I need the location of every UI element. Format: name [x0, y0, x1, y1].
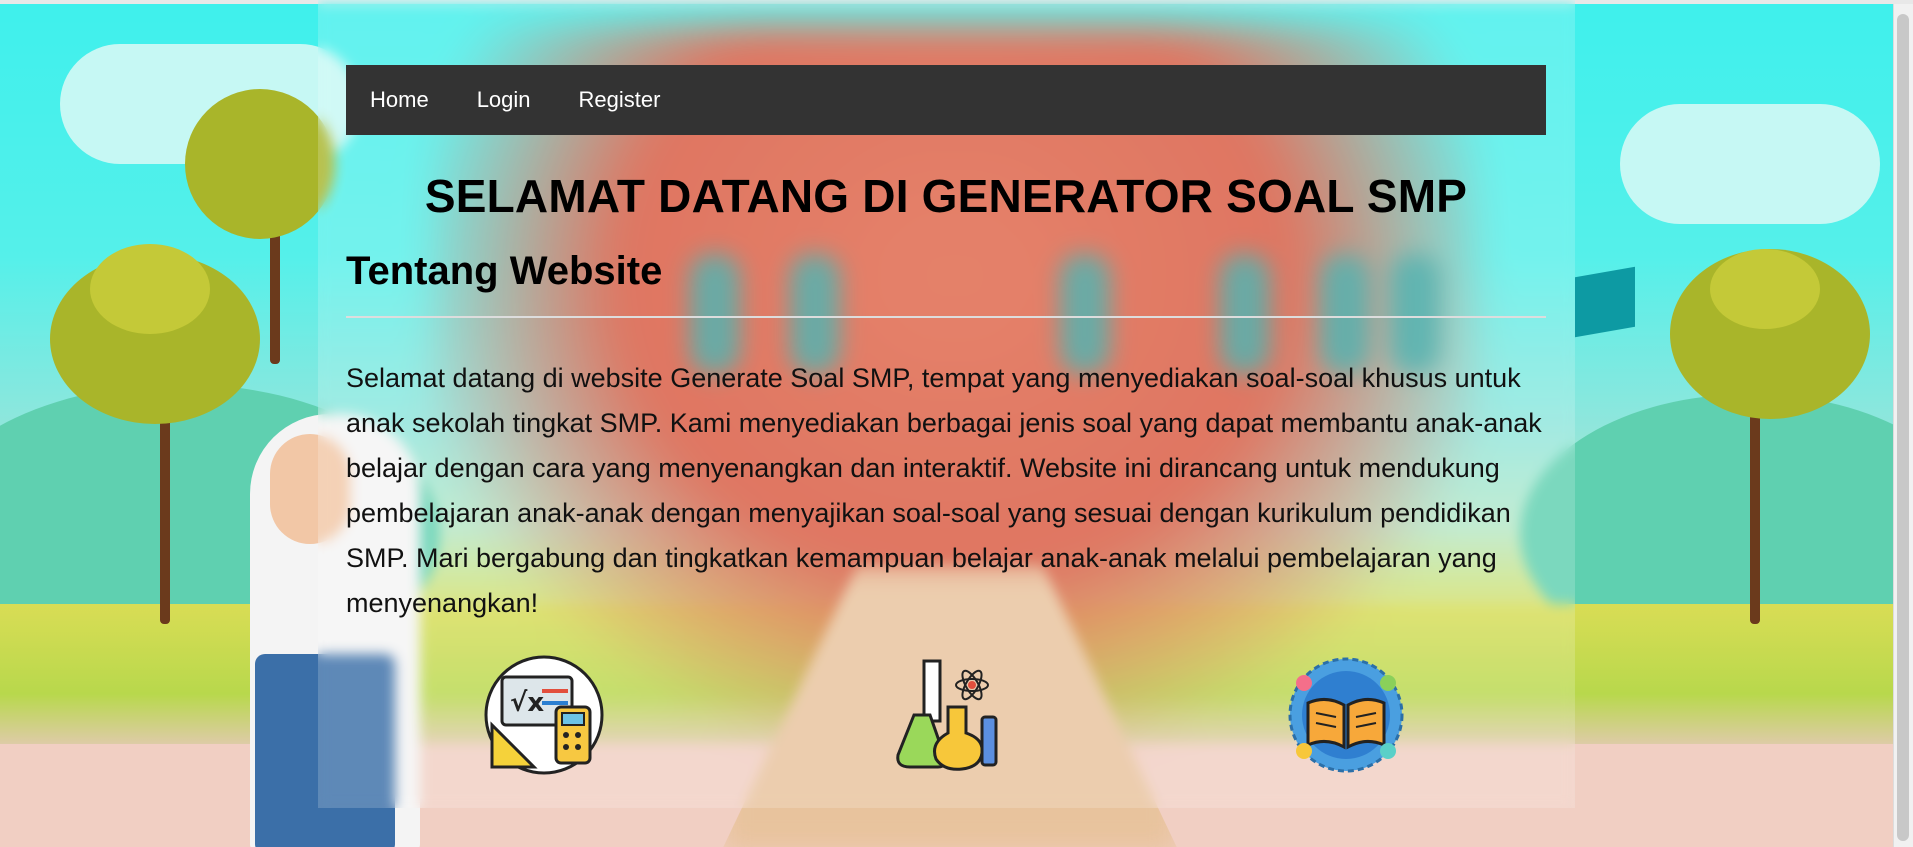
tree-crown: [90, 244, 210, 334]
navbar: Home Login Register: [346, 65, 1546, 135]
divider: [346, 316, 1546, 318]
svg-text:√x: √x: [510, 688, 544, 718]
tree-crown: [185, 89, 335, 239]
nav-home-link[interactable]: Home: [370, 87, 429, 113]
about-description: Selamat datang di website Generate Soal …: [346, 363, 1542, 618]
cloud: [1620, 104, 1880, 224]
subject-icons: √x: [346, 655, 1546, 780]
math-icon[interactable]: √x: [484, 655, 604, 775]
nav-register-link[interactable]: Register: [579, 87, 661, 113]
flag: [1575, 266, 1635, 338]
vertical-scrollbar[interactable]: [1893, 4, 1913, 847]
page-title: SELAMAT DATANG DI GENERATOR SOAL SMP: [424, 170, 1468, 222]
scrollbar-thumb[interactable]: [1897, 14, 1909, 841]
section-heading: Tentang Website: [346, 249, 663, 293]
tree-crown: [1710, 249, 1820, 329]
world-book-icon[interactable]: [1286, 655, 1406, 775]
science-icon[interactable]: [886, 655, 1006, 775]
main-container: Home Login Register SELAMAT DATANG DI GE…: [346, 65, 1546, 626]
nav-login-link[interactable]: Login: [477, 87, 531, 113]
